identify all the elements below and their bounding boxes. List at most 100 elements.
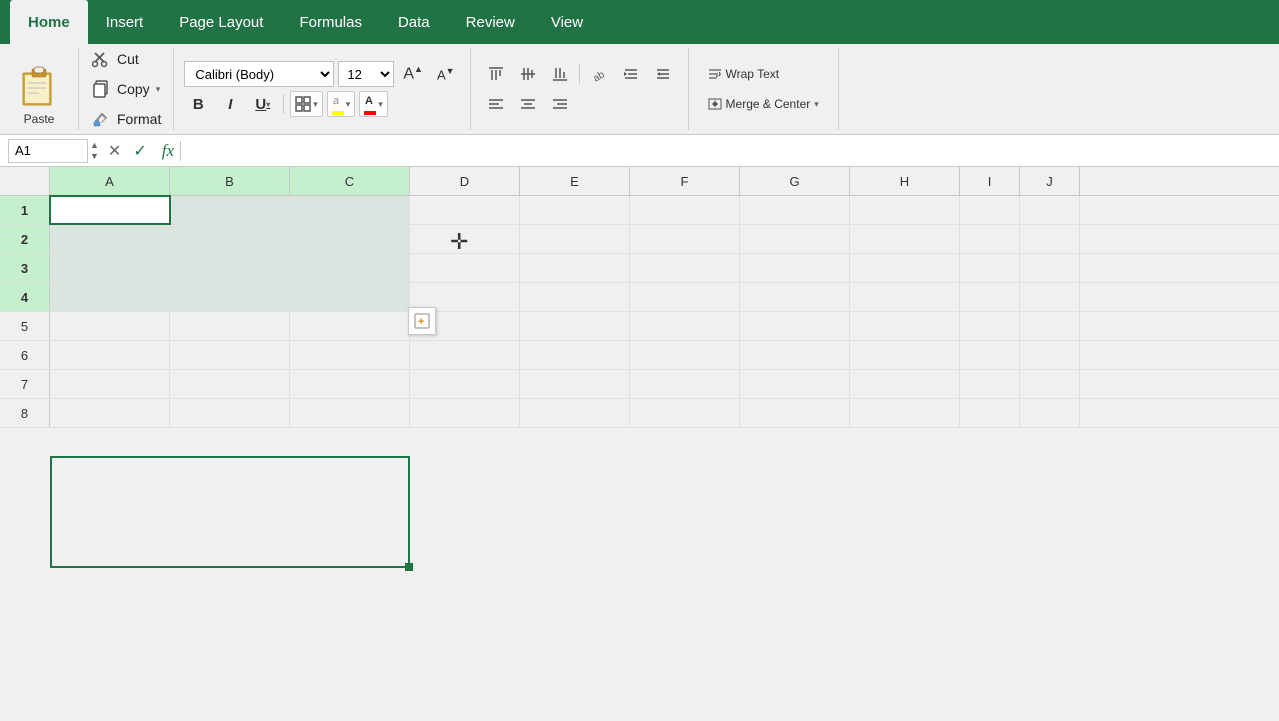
- cell-i4[interactable]: [960, 283, 1020, 311]
- font-size-select[interactable]: 12: [338, 61, 394, 87]
- nav-arrow-down[interactable]: ▼: [90, 151, 99, 162]
- row-header-2[interactable]: 2: [0, 225, 50, 253]
- cell-d6[interactable]: [410, 341, 520, 369]
- align-top-button[interactable]: [481, 61, 511, 87]
- cell-c1[interactable]: [290, 196, 410, 224]
- paste-options-button[interactable]: +: [408, 307, 436, 335]
- cell-f8[interactable]: [630, 399, 740, 427]
- col-header-f[interactable]: F: [630, 167, 740, 195]
- cell-f6[interactable]: [630, 341, 740, 369]
- cell-c4[interactable]: [290, 283, 410, 311]
- col-header-c[interactable]: C: [290, 167, 410, 195]
- border-button[interactable]: ▾: [290, 91, 323, 117]
- row-header-3[interactable]: 3: [0, 254, 50, 282]
- cell-d7[interactable]: [410, 370, 520, 398]
- align-center-button[interactable]: [513, 91, 543, 117]
- italic-button[interactable]: I: [216, 91, 244, 117]
- cell-f2[interactable]: [630, 225, 740, 253]
- font-color-button[interactable]: A ▾: [359, 91, 388, 117]
- cell-j6[interactable]: [1020, 341, 1080, 369]
- angle-text-button[interactable]: ab: [584, 61, 614, 87]
- merge-center-button[interactable]: Merge & Center ▾: [699, 93, 828, 115]
- cell-j4[interactable]: [1020, 283, 1080, 311]
- wrap-text-button[interactable]: Wrap Text: [699, 63, 828, 85]
- col-header-b[interactable]: B: [170, 167, 290, 195]
- cell-i7[interactable]: [960, 370, 1020, 398]
- cell-i1[interactable]: [960, 196, 1020, 224]
- row-header-1[interactable]: 1: [0, 196, 50, 224]
- cell-h3[interactable]: [850, 254, 960, 282]
- cell-b8[interactable]: [170, 399, 290, 427]
- name-box[interactable]: A1: [8, 139, 88, 163]
- cell-d2[interactable]: [410, 225, 520, 253]
- cell-g5[interactable]: [740, 312, 850, 340]
- formula-confirm-button[interactable]: ✓: [130, 141, 149, 161]
- cell-i6[interactable]: [960, 341, 1020, 369]
- indent-button[interactable]: [616, 61, 646, 87]
- cell-a1[interactable]: [50, 196, 170, 224]
- cell-e1[interactable]: [520, 196, 630, 224]
- row-header-5[interactable]: 5: [0, 312, 50, 340]
- cell-b6[interactable]: [170, 341, 290, 369]
- align-middle-button[interactable]: [513, 61, 543, 87]
- cell-f1[interactable]: [630, 196, 740, 224]
- font-shrink-button[interactable]: A▼: [432, 63, 460, 85]
- cell-j7[interactable]: [1020, 370, 1080, 398]
- align-right-button[interactable]: [545, 91, 575, 117]
- tab-review[interactable]: Review: [448, 0, 533, 44]
- merge-dropdown-arrow[interactable]: ▾: [814, 99, 819, 110]
- row-header-4[interactable]: 4: [0, 283, 50, 311]
- nav-arrow-up[interactable]: ▲: [90, 140, 99, 151]
- col-header-e[interactable]: E: [520, 167, 630, 195]
- cell-j5[interactable]: [1020, 312, 1080, 340]
- cell-b5[interactable]: [170, 312, 290, 340]
- bold-button[interactable]: B: [184, 91, 212, 117]
- cell-i5[interactable]: [960, 312, 1020, 340]
- col-header-h[interactable]: H: [850, 167, 960, 195]
- cell-h8[interactable]: [850, 399, 960, 427]
- cell-g4[interactable]: [740, 283, 850, 311]
- cell-b7[interactable]: [170, 370, 290, 398]
- cell-i8[interactable]: [960, 399, 1020, 427]
- cell-a7[interactable]: [50, 370, 170, 398]
- cell-e6[interactable]: [520, 341, 630, 369]
- outdent-button[interactable]: [648, 61, 678, 87]
- cell-f7[interactable]: [630, 370, 740, 398]
- cell-e2[interactable]: [520, 225, 630, 253]
- cell-g7[interactable]: [740, 370, 850, 398]
- cell-e5[interactable]: [520, 312, 630, 340]
- cell-g1[interactable]: [740, 196, 850, 224]
- paste-button[interactable]: [16, 62, 62, 110]
- col-header-d[interactable]: D: [410, 167, 520, 195]
- font-grow-button[interactable]: A▲: [398, 61, 428, 86]
- tab-view[interactable]: View: [533, 0, 601, 44]
- cut-button[interactable]: Cut: [87, 47, 165, 71]
- cell-c7[interactable]: [290, 370, 410, 398]
- cell-f3[interactable]: [630, 254, 740, 282]
- format-painter-button[interactable]: Format: [87, 107, 165, 131]
- cell-i2[interactable]: [960, 225, 1020, 253]
- tab-data[interactable]: Data: [380, 0, 448, 44]
- cell-f4[interactable]: [630, 283, 740, 311]
- cell-b4[interactable]: [170, 283, 290, 311]
- col-header-g[interactable]: G: [740, 167, 850, 195]
- cell-c2[interactable]: [290, 225, 410, 253]
- cell-d8[interactable]: [410, 399, 520, 427]
- cell-d1[interactable]: [410, 196, 520, 224]
- tab-page-layout[interactable]: Page Layout: [161, 0, 281, 44]
- tab-formulas[interactable]: Formulas: [281, 0, 380, 44]
- cell-j3[interactable]: [1020, 254, 1080, 282]
- cell-c5[interactable]: [290, 312, 410, 340]
- underline-button[interactable]: U ▾: [248, 91, 277, 117]
- cell-h5[interactable]: [850, 312, 960, 340]
- col-header-a[interactable]: A: [50, 167, 170, 195]
- cell-j1[interactable]: [1020, 196, 1080, 224]
- cell-e8[interactable]: [520, 399, 630, 427]
- formula-input[interactable]: [187, 141, 1271, 160]
- cell-a6[interactable]: [50, 341, 170, 369]
- cell-b3[interactable]: [170, 254, 290, 282]
- cell-e3[interactable]: [520, 254, 630, 282]
- cell-c6[interactable]: [290, 341, 410, 369]
- cell-g6[interactable]: [740, 341, 850, 369]
- tab-insert[interactable]: Insert: [88, 0, 162, 44]
